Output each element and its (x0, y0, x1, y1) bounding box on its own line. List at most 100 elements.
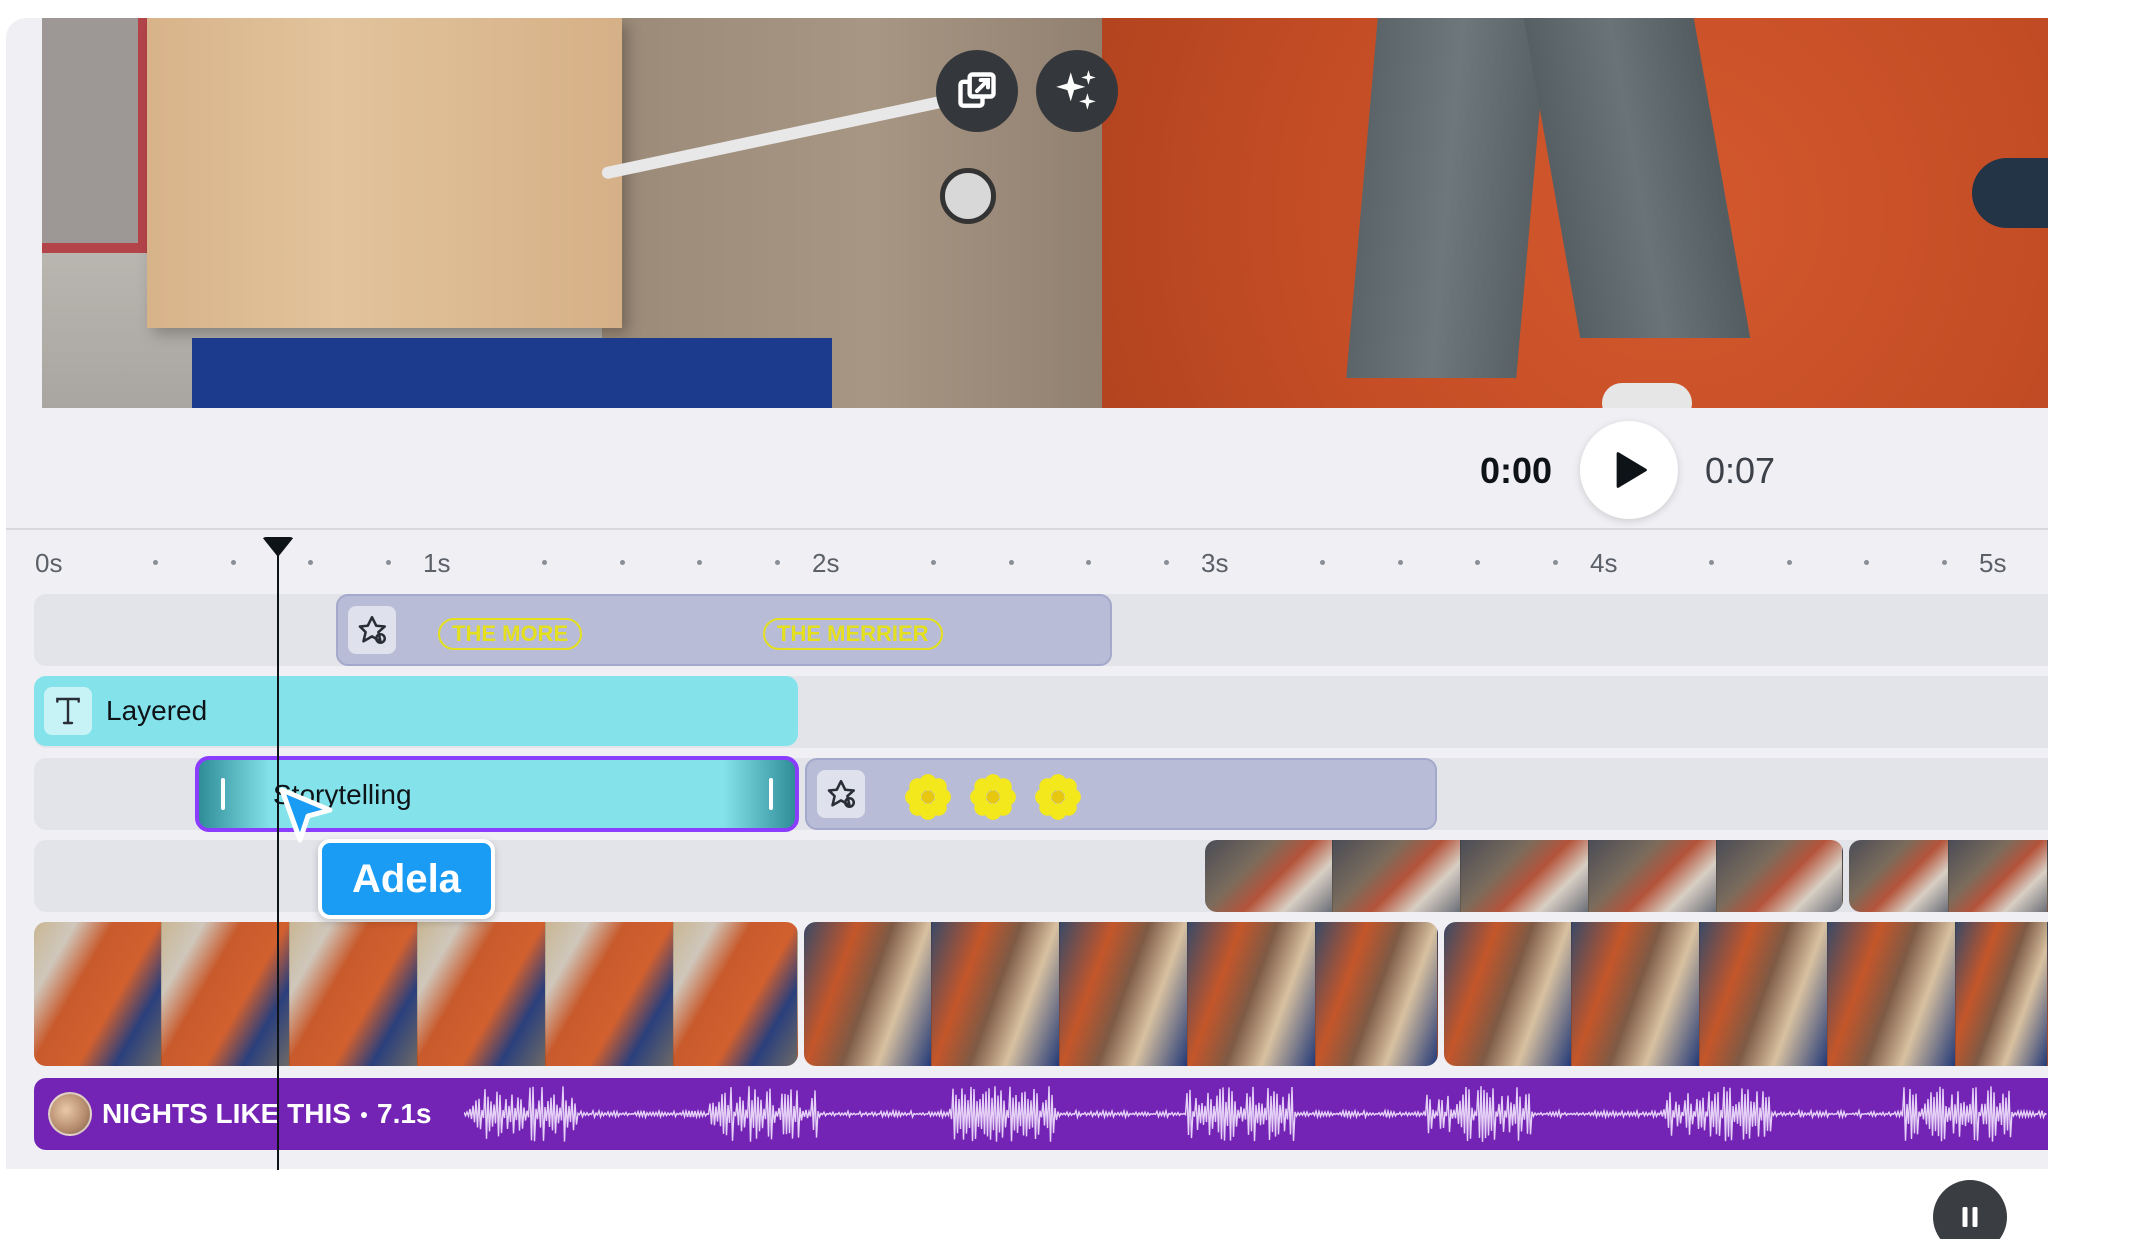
video-thumbnail (1828, 922, 1956, 1066)
shapes-icon (827, 779, 856, 809)
magic-button[interactable] (1036, 50, 1118, 132)
graphic-pill-text: THE MORE (438, 618, 583, 650)
video-thumbnail (162, 922, 290, 1066)
ruler-tick-dot (1787, 560, 1792, 565)
ruler-label-5s: 5s (1979, 548, 2007, 578)
ruler-tick-dot (1398, 560, 1403, 565)
graphic-pill-text: THE MERRIER (763, 618, 943, 650)
preview-desk (147, 18, 622, 328)
ruler-label-2s: 2s (812, 548, 840, 578)
ruler-tick-dot (1320, 560, 1325, 565)
flower-icon (970, 774, 1016, 820)
text-clip-layered[interactable]: Layered (34, 676, 798, 746)
video-thumbnail (804, 922, 932, 1066)
video-thumbnail (1717, 840, 1843, 912)
audio-separator-dot (361, 1112, 367, 1118)
video-thumbnail (1949, 840, 2048, 912)
ruler-tick-dot (153, 560, 158, 565)
flower-icon (905, 774, 951, 820)
video-thumbnail (1461, 840, 1589, 912)
pause-button[interactable] (1933, 1180, 2007, 1239)
ruler-tick-dot (542, 560, 547, 565)
audio-duration: 7.1s (377, 1098, 432, 1129)
open-in-new-icon (958, 72, 996, 108)
video-thumbnail (546, 922, 674, 1066)
trim-handle-right[interactable] (769, 778, 773, 810)
video-thumbnail (1060, 922, 1188, 1066)
video-thumbnail (1205, 840, 1333, 912)
video-thumbnail (1444, 922, 1572, 1066)
preview-lamp-head (940, 168, 996, 224)
video-thumbnail (674, 922, 798, 1066)
ruler-label-3s: 3s (1201, 548, 1229, 578)
ruler-tick-dot (697, 560, 702, 565)
ruler-tick-dot (1553, 560, 1558, 565)
ruler-tick-dot (775, 560, 780, 565)
ruler-tick-dot (386, 560, 391, 565)
video-thumbnail (1188, 922, 1316, 1066)
play-button[interactable] (1580, 421, 1678, 519)
ruler-tick-dot (1709, 560, 1714, 565)
video-clip-small[interactable] (1205, 840, 1843, 912)
ruler-tick-dot (308, 560, 313, 565)
video-clip-main[interactable] (34, 922, 798, 1066)
video-thumbnail (1849, 840, 1949, 912)
video-thumbnail (1700, 922, 1828, 1066)
ruler-label-0s: 0s (35, 548, 63, 578)
playhead-handle[interactable] (262, 537, 294, 557)
ruler-tick-dot (1864, 560, 1869, 565)
trim-handle-left[interactable] (221, 778, 225, 810)
video-thumbnail (1333, 840, 1461, 912)
preview-poster (42, 18, 147, 253)
graphic-clip-icon (817, 770, 865, 818)
ruler-tick-dot (1475, 560, 1480, 565)
current-time: 0:00 (1480, 450, 1553, 491)
play-icon (1616, 452, 1647, 488)
ruler-tick-dot (231, 560, 236, 565)
open-in-new-button[interactable] (936, 50, 1018, 132)
waveform-path (464, 1086, 2047, 1142)
graphic-clip-icon (348, 606, 396, 654)
preview-shoe (1602, 383, 1692, 408)
ruler-tick-dot (1009, 560, 1014, 565)
text-clip-label: Layered (106, 695, 208, 726)
video-thumbnail (932, 922, 1060, 1066)
preview-shoe (1972, 158, 2048, 228)
preview-pant-leg (1346, 18, 1548, 378)
total-time: 0:07 (1705, 450, 1776, 491)
collaborator-name-tag: Adela (318, 839, 495, 919)
playhead-line[interactable] (277, 555, 279, 1170)
audio-title: NIGHTS LIKE THIS (102, 1098, 351, 1129)
collaborator-cursor-icon (279, 787, 333, 843)
ruler-tick-dot (1942, 560, 1947, 565)
sparkles-icon (1056, 70, 1096, 110)
timeline-divider (6, 528, 2048, 530)
video-thumbnail (34, 922, 162, 1066)
graphic-clip-the-more[interactable]: THE MORE THE MERRIER (336, 594, 1112, 666)
video-clip-main[interactable] (804, 922, 1438, 1066)
text-clip-icon (44, 687, 92, 735)
video-clip-small[interactable] (1849, 840, 2048, 912)
audio-avatar (48, 1092, 92, 1136)
audio-clip[interactable]: NIGHTS LIKE THIS 7.1s (34, 1078, 2048, 1150)
ruler-tick-dot (620, 560, 625, 565)
ruler-label-1s: 1s (423, 548, 451, 578)
video-clip-main[interactable] (1444, 922, 2048, 1066)
ruler-tick-dot (931, 560, 936, 565)
video-preview[interactable] (42, 18, 2048, 408)
shapes-icon (358, 615, 387, 645)
video-thumbnail (1956, 922, 2048, 1066)
video-thumbnail (290, 922, 418, 1066)
video-thumbnail (1589, 840, 1717, 912)
graphic-clip-flowers[interactable] (805, 758, 1437, 830)
video-thumbnail (418, 922, 546, 1066)
ruler-tick-dot (1086, 560, 1091, 565)
video-thumbnail (1316, 922, 1438, 1066)
ruler-label-4s: 4s (1590, 548, 1618, 578)
preview-cabinet (192, 338, 832, 408)
ruler-tick-dot (1164, 560, 1169, 565)
audio-waveform (464, 1086, 2047, 1142)
pause-icon (1962, 1207, 1978, 1227)
flower-icon (1035, 774, 1081, 820)
video-thumbnail (1572, 922, 1700, 1066)
